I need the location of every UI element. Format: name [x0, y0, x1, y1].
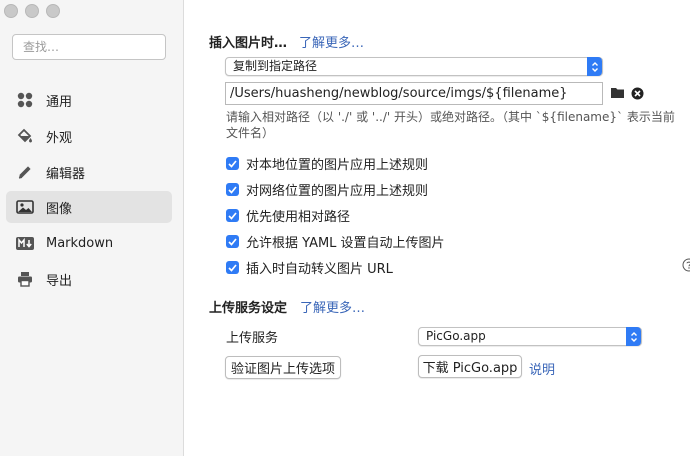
sidebar-item-label: Markdown [46, 235, 114, 251]
checkbox-checked-icon[interactable] [226, 261, 239, 274]
select-arrows-icon [587, 57, 602, 76]
sidebar-item-export[interactable]: 导出 [6, 263, 172, 295]
option-escape-url[interactable]: 插入时自动转义图片 URL [226, 258, 393, 277]
option-label: 优先使用相对路径 [246, 210, 351, 225]
upload-service-value: PicGo.app [426, 329, 486, 343]
download-picgo-button[interactable]: 下载 PicGo.app [418, 355, 522, 378]
option-yaml-auto-upload[interactable]: 允许根据 YAML 设置自动上传图片 [226, 232, 445, 251]
close-window-button[interactable] [4, 4, 18, 18]
sidebar-item-appearance[interactable]: 外观 [6, 120, 172, 152]
minimize-window-button[interactable] [25, 4, 39, 18]
paint-bucket-icon [16, 127, 34, 145]
option-label: 对网络位置的图片应用上述规则 [246, 184, 429, 199]
zoom-window-button[interactable] [46, 4, 60, 18]
pencil-icon [16, 163, 34, 181]
sidebar-item-label: 编辑器 [46, 166, 86, 182]
sidebar-item-label: 图像 [46, 201, 73, 217]
sidebar-item-label: 通用 [46, 94, 73, 110]
image-path-input[interactable] [225, 82, 603, 105]
checkbox-checked-icon[interactable] [226, 235, 239, 248]
upload-section-title: 上传服务设定 [209, 301, 288, 316]
upload-learn-more-link[interactable]: 了解更多… [300, 297, 365, 316]
option-label: 允许根据 YAML 设置自动上传图片 [246, 236, 445, 251]
sidebar-item-label: 导出 [46, 273, 73, 289]
option-label: 对本地位置的图片应用上述规则 [246, 158, 429, 173]
sidebar-item-general[interactable]: 通用 [6, 84, 172, 116]
sidebar-item-editor[interactable]: 编辑器 [6, 156, 172, 188]
checkbox-checked-icon[interactable] [226, 209, 239, 222]
sidebar-item-markdown[interactable]: Markdown [6, 227, 172, 259]
option-local-images[interactable]: 对本地位置的图片应用上述规则 [226, 154, 428, 173]
insert-learn-more-link[interactable]: 了解更多… [299, 32, 364, 51]
checkbox-checked-icon[interactable] [226, 183, 239, 196]
image-icon [16, 198, 34, 216]
clear-icon[interactable] [631, 87, 644, 104]
select-arrows-icon [626, 327, 641, 346]
path-hint-text: 请输入相对路径（以 './' 或 '../' 开头）或绝对路径。（其中 `${f… [226, 110, 675, 140]
verify-upload-button[interactable]: 验证图片上传选项 [225, 356, 341, 379]
upload-service-label: 上传服务 [226, 331, 279, 346]
insert-section-title: 插入图片时… [209, 36, 288, 51]
insert-action-value: 复制到指定路径 [233, 59, 318, 73]
search-input[interactable] [12, 34, 166, 60]
sidebar-item-label: 外观 [46, 130, 73, 146]
help-icon[interactable] [682, 258, 690, 276]
folder-icon[interactable] [611, 87, 625, 103]
option-label: 插入时自动转义图片 URL [246, 262, 393, 277]
markdown-icon [16, 234, 34, 252]
grid-icon [16, 91, 34, 109]
upload-service-select[interactable]: PicGo.app [418, 327, 642, 346]
checkbox-checked-icon[interactable] [226, 157, 239, 170]
insert-action-select[interactable]: 复制到指定路径 [225, 57, 603, 76]
sidebar-item-image[interactable]: 图像 [6, 191, 172, 223]
explain-link[interactable]: 说明 [529, 359, 555, 378]
option-prefer-relative[interactable]: 优先使用相对路径 [226, 206, 350, 225]
printer-icon [16, 270, 34, 288]
window-controls [4, 4, 60, 18]
sidebar: 通用 外观 编辑器 图像 Markdown 导出 [0, 0, 184, 456]
option-network-images[interactable]: 对网络位置的图片应用上述规则 [226, 180, 428, 199]
